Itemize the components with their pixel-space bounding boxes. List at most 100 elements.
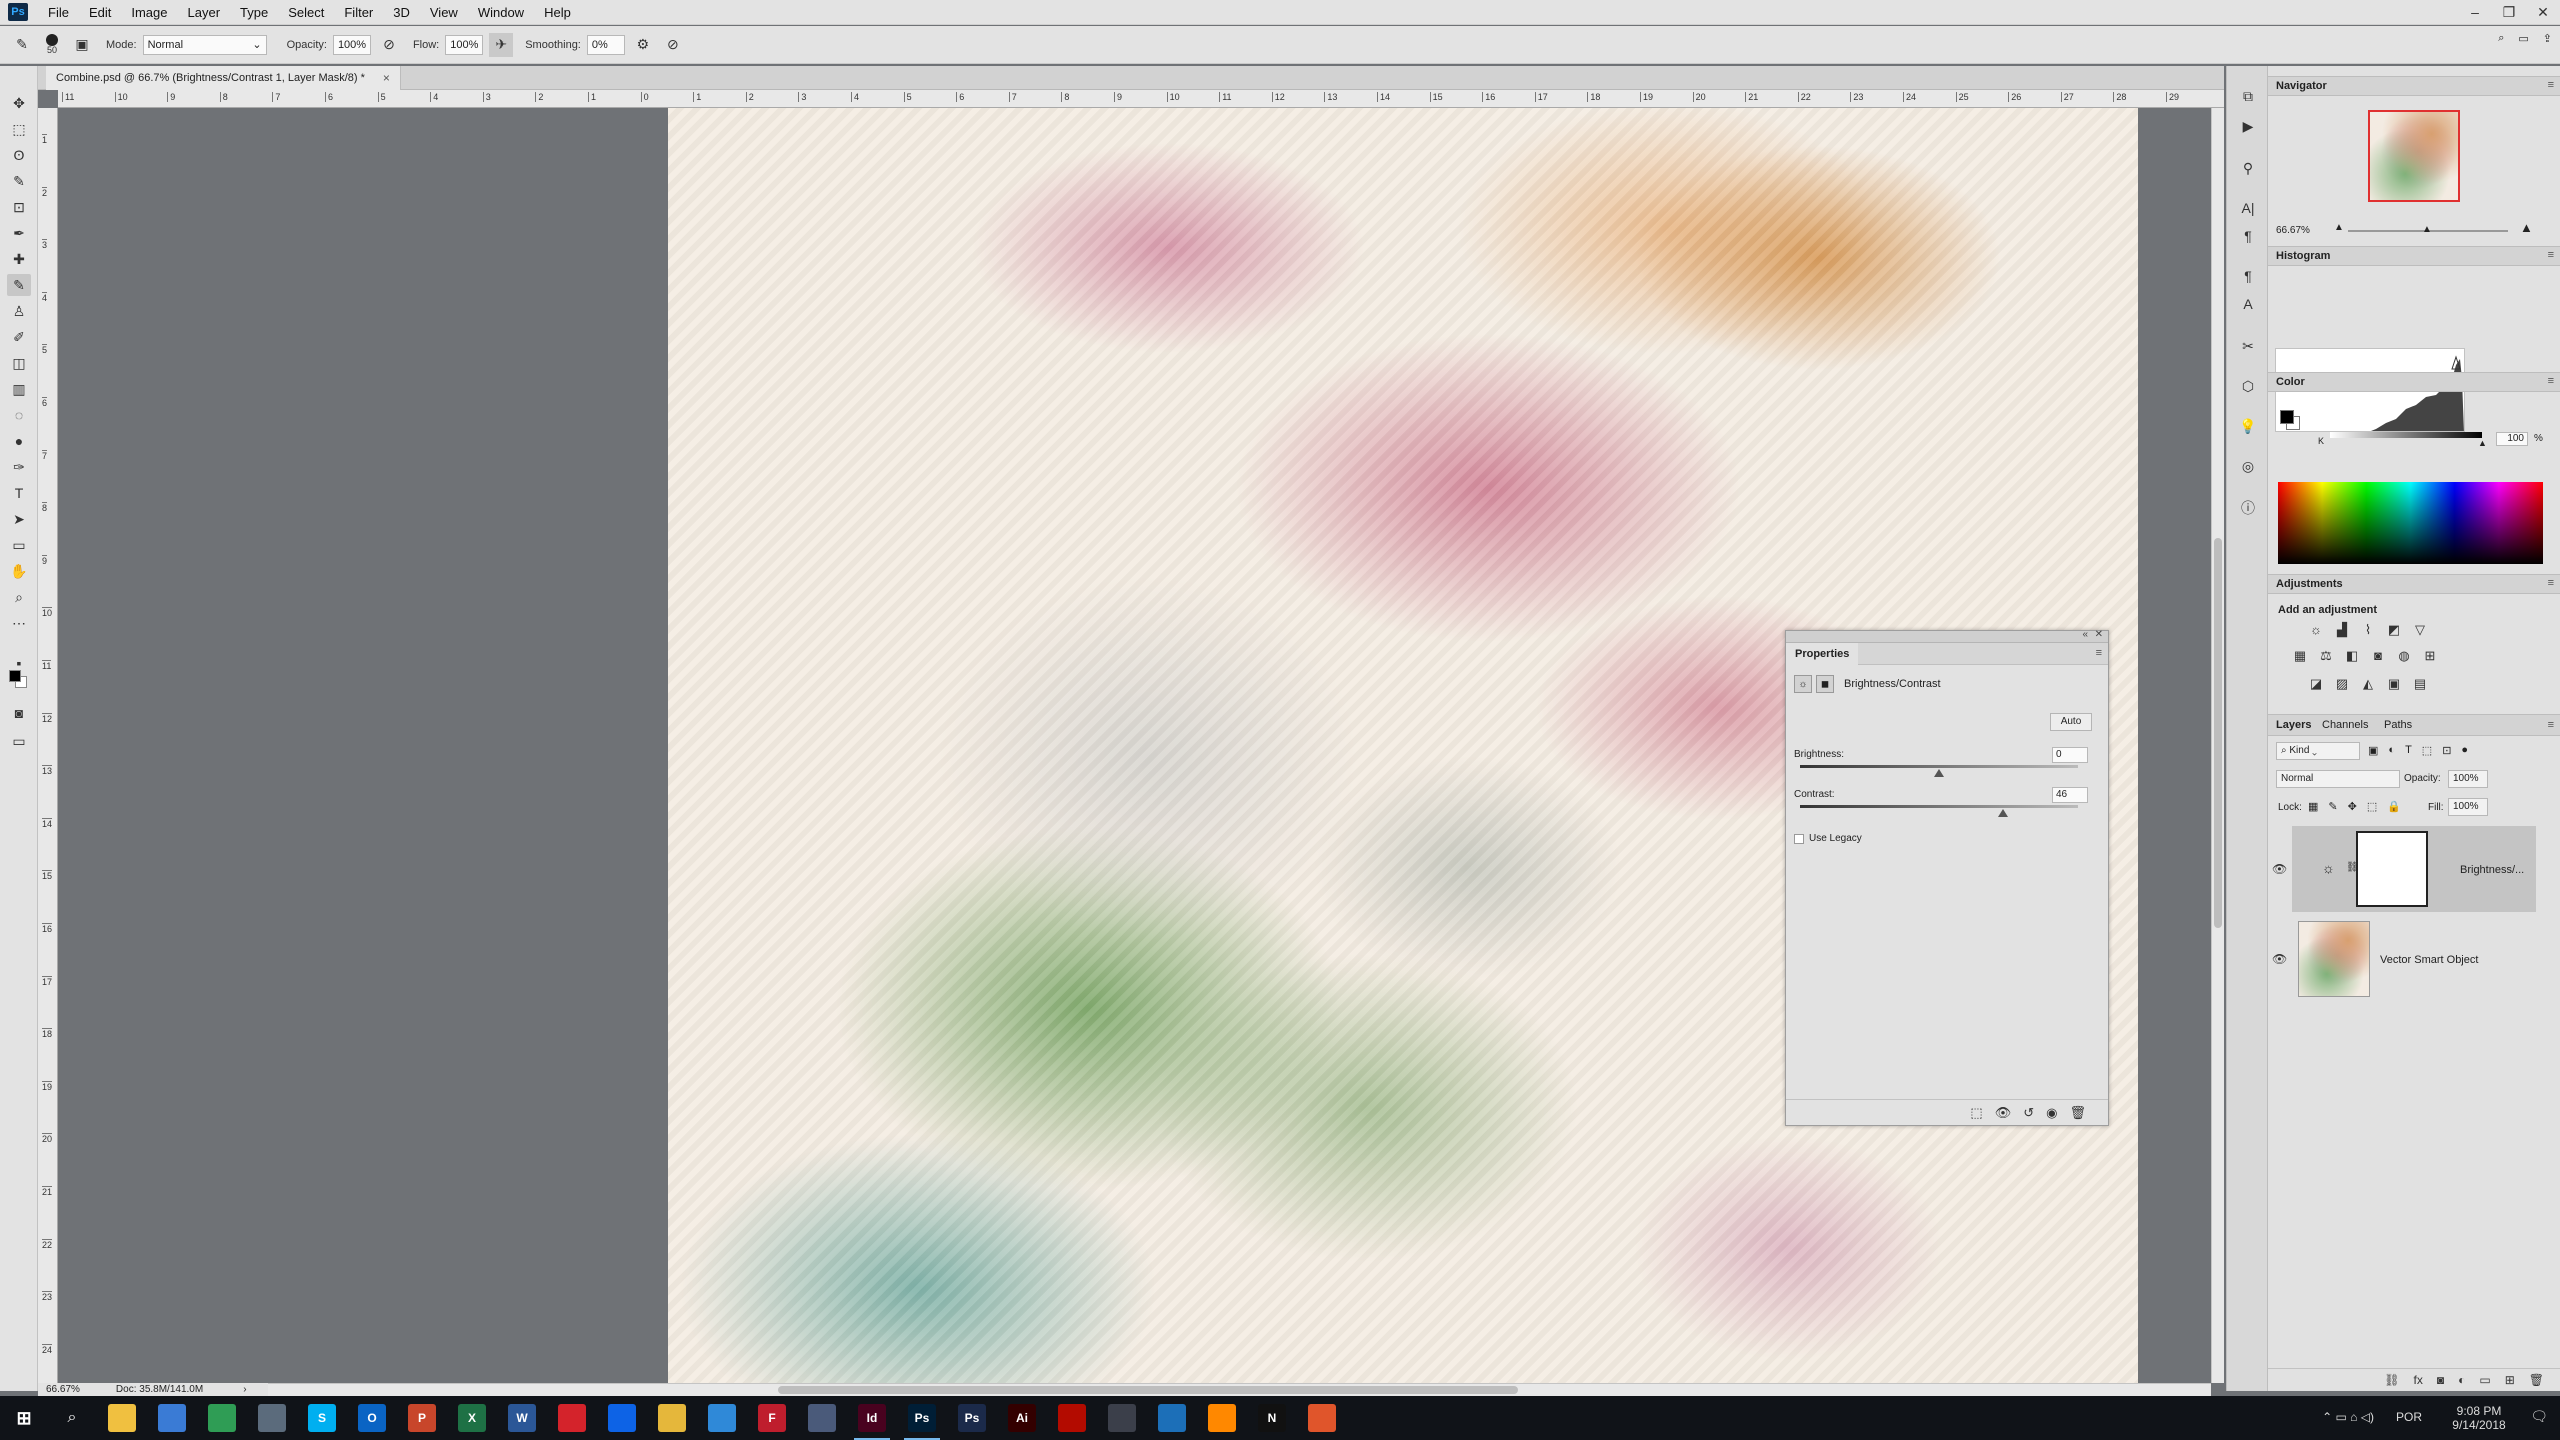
smoothing-field[interactable]: 0% bbox=[586, 34, 625, 55]
layer-row-vector-smart-object[interactable]: 👁 Vector Smart Object bbox=[2272, 916, 2536, 1002]
visibility-eye-icon[interactable]: 👁 bbox=[2272, 952, 2287, 966]
app4-icon[interactable] bbox=[1308, 1404, 1336, 1432]
brush-tool-icon[interactable]: ✎ bbox=[7, 274, 31, 296]
close-icon[interactable]: ✕ bbox=[2526, 0, 2560, 25]
brightness-contrast-icon[interactable]: ☼ bbox=[2308, 622, 2324, 638]
app3-icon[interactable] bbox=[1158, 1404, 1186, 1432]
share-icon[interactable]: ⇪ bbox=[2543, 32, 2552, 45]
black-white-icon[interactable]: ◧ bbox=[2344, 648, 2360, 664]
checkbox[interactable] bbox=[1794, 833, 1804, 844]
layer-mask-icon[interactable]: ◼ bbox=[1816, 675, 1834, 693]
brightness-field[interactable]: 0 bbox=[2052, 747, 2088, 763]
panel-menu-icon[interactable]: ≡ bbox=[2548, 719, 2554, 731]
clock[interactable]: 9:08 PM 9/14/2018 bbox=[2444, 1404, 2514, 1432]
layer-opacity-field[interactable]: 100% bbox=[2448, 770, 2488, 788]
visibility-eye-icon[interactable]: 👁 bbox=[2272, 862, 2287, 876]
menu-help[interactable]: Help bbox=[534, 0, 581, 25]
search-icon[interactable]: ⌕ bbox=[58, 1404, 86, 1432]
opacity-field[interactable]: 100% bbox=[332, 34, 371, 55]
channel-mixer-icon[interactable]: ◍ bbox=[2396, 648, 2412, 664]
character-icon[interactable]: A| bbox=[2238, 198, 2258, 218]
powerpoint-icon[interactable]: P bbox=[408, 1404, 436, 1432]
collapse-icon[interactable]: « bbox=[2082, 629, 2088, 640]
layer-name[interactable]: Vector Smart Object bbox=[2380, 954, 2478, 966]
invert-icon[interactable]: ◪ bbox=[2308, 676, 2324, 692]
layer-thumbnail[interactable] bbox=[2298, 921, 2370, 997]
netflix-icon[interactable]: N bbox=[1258, 1404, 1286, 1432]
healing-brush-tool-icon[interactable]: ✚ bbox=[7, 248, 31, 270]
gear-icon[interactable]: ⚙ bbox=[631, 33, 655, 57]
foreground-color[interactable] bbox=[7, 668, 31, 690]
selective-color-icon[interactable]: ▣ bbox=[2386, 676, 2402, 692]
gradient-map-icon[interactable]: ▤ bbox=[2412, 676, 2428, 692]
file-explorer-icon[interactable] bbox=[108, 1404, 136, 1432]
tab-channels[interactable]: Channels bbox=[2322, 719, 2368, 731]
blur-tool-icon[interactable]: ◌ bbox=[7, 404, 31, 426]
chevron-right-icon[interactable]: › bbox=[243, 1384, 246, 1395]
foreground-color-swatch[interactable] bbox=[2280, 410, 2294, 424]
zoom-in-icon[interactable]: ▲ bbox=[2520, 220, 2533, 235]
navigator-preview[interactable] bbox=[2368, 110, 2460, 202]
clip-to-layer-icon[interactable]: ⬚ bbox=[1970, 1105, 1982, 1121]
menu-select[interactable]: Select bbox=[278, 0, 334, 25]
menu-view[interactable]: View bbox=[420, 0, 468, 25]
word-icon[interactable]: W bbox=[508, 1404, 536, 1432]
scroll-thumb[interactable] bbox=[2214, 538, 2222, 928]
chrome-icon[interactable] bbox=[208, 1404, 236, 1432]
panel-menu-icon[interactable]: ≡ bbox=[2096, 647, 2102, 659]
move-tool-icon[interactable]: ✥ bbox=[7, 92, 31, 114]
horizontal-ruler[interactable]: 11 10 9 8 7 6 5 4 3 2 1 0 1 2 3 4 5 6 7 8 9 10 11 12 13 14 15 16 17 1… bbox=[58, 90, 2224, 108]
character-styles-icon[interactable]: A bbox=[2238, 294, 2258, 314]
zoom-level[interactable]: 66.67% bbox=[46, 1384, 80, 1395]
filter-adjustment-icon[interactable]: ◐ bbox=[2388, 744, 2395, 757]
menu-type[interactable]: Type bbox=[230, 0, 278, 25]
app2-icon[interactable] bbox=[1108, 1404, 1136, 1432]
screen-mode-icon[interactable]: ▭ bbox=[7, 730, 31, 752]
panel-menu-icon[interactable]: ≡ bbox=[2548, 249, 2554, 261]
marquee-tool-icon[interactable]: ⬚ bbox=[7, 118, 31, 140]
input-language[interactable]: POR bbox=[2396, 1410, 2422, 1424]
layer-name[interactable]: Brightness/... bbox=[2460, 864, 2524, 876]
vertical-scrollbar[interactable] bbox=[2211, 108, 2224, 1383]
close-icon[interactable]: × bbox=[383, 71, 390, 85]
k-slider[interactable] bbox=[2330, 432, 2482, 438]
close-icon[interactable]: ✕ bbox=[2095, 629, 2103, 640]
document-tab[interactable]: Combine.psd @ 66.7% (Brightness/Contrast… bbox=[46, 66, 401, 90]
excel-icon[interactable]: X bbox=[458, 1404, 486, 1432]
mode-select[interactable]: Normal ⌄ bbox=[142, 34, 267, 55]
view-previous-icon[interactable]: 👁 bbox=[1995, 1105, 2012, 1121]
airbrush-icon[interactable]: ✈ bbox=[489, 32, 514, 57]
layer-style-icon[interactable]: fx bbox=[2414, 1373, 2423, 1391]
filter-toggle-icon[interactable]: ● bbox=[2461, 744, 2468, 757]
brightness-slider-track[interactable] bbox=[1800, 765, 2078, 768]
pen-tool-icon[interactable]: ✑ bbox=[7, 456, 31, 478]
zoom-slider-thumb[interactable]: ▲ bbox=[2422, 224, 2432, 235]
menu-edit[interactable]: Edit bbox=[79, 0, 121, 25]
more-tools-icon[interactable]: ⋯ bbox=[7, 612, 31, 634]
search-icon[interactable]: ⌕ bbox=[2498, 32, 2504, 45]
menu-3d[interactable]: 3D bbox=[383, 0, 420, 25]
menu-image[interactable]: Image bbox=[121, 0, 177, 25]
tools-icon[interactable]: ✂ bbox=[2238, 336, 2258, 356]
tab-layers[interactable]: Layers bbox=[2276, 719, 2311, 731]
reset-icon[interactable]: ↺ bbox=[2023, 1105, 2034, 1121]
brush-settings-icon[interactable]: ▣ bbox=[70, 33, 94, 57]
layer-row-brightness[interactable]: 👁 ☼ ⛓ Brightness/... bbox=[2272, 826, 2536, 912]
threshold-icon[interactable]: ◭ bbox=[2360, 676, 2376, 692]
levels-icon[interactable]: ▟ bbox=[2334, 622, 2350, 638]
posterize-icon[interactable]: ▨ bbox=[2334, 676, 2350, 692]
paragraph-icon[interactable]: ¶ bbox=[2238, 226, 2258, 246]
menu-layer[interactable]: Layer bbox=[178, 0, 231, 25]
layer-filter-select[interactable]: ⌕ Kind ⌄ bbox=[2276, 742, 2360, 760]
vlc-icon[interactable] bbox=[1208, 1404, 1236, 1432]
3d-icon[interactable]: ⬡ bbox=[2238, 376, 2258, 396]
brightness-adjustment-icon[interactable]: ☼ bbox=[1794, 675, 1812, 693]
workspace-icon[interactable]: ▭ bbox=[2518, 32, 2528, 45]
new-group-icon[interactable]: ▭ bbox=[2479, 1373, 2490, 1391]
menu-window[interactable]: Window bbox=[468, 0, 534, 25]
brush-preset-picker[interactable]: 50 bbox=[40, 33, 64, 57]
fill-field[interactable]: 100% bbox=[2448, 798, 2488, 816]
indesign-icon[interactable]: Id bbox=[858, 1404, 886, 1432]
auto-button[interactable]: Auto bbox=[2050, 713, 2092, 731]
trash-icon[interactable]: 🗑 bbox=[2529, 1373, 2544, 1391]
